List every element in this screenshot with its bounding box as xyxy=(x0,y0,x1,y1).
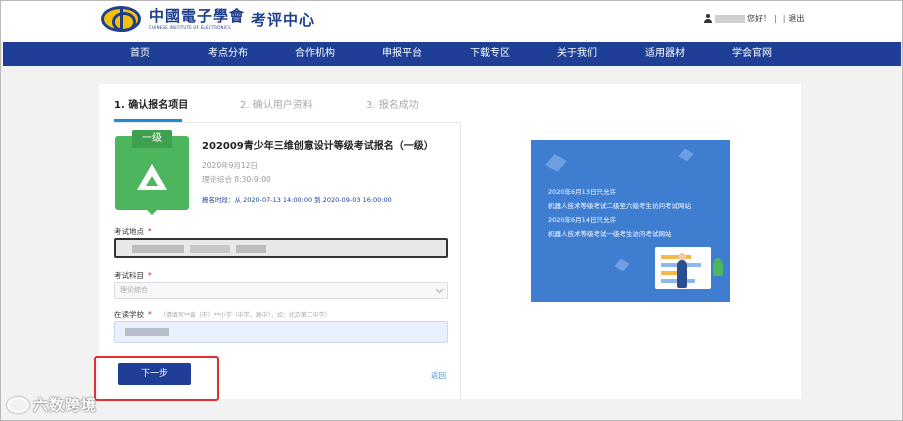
nav-downloads[interactable]: 下载专区 xyxy=(470,42,510,66)
location-label: 考试地点 * xyxy=(114,226,152,237)
divider xyxy=(114,122,460,123)
plant-illustration xyxy=(713,258,723,276)
notice-line: 机器人技术等级考试一级考生访问考试网站 xyxy=(548,230,672,238)
redacted-text xyxy=(132,245,184,253)
logout-link[interactable]: 退出 xyxy=(788,13,804,24)
logo-chinese-name: 中國電子學會 xyxy=(149,6,246,25)
required-mark: * xyxy=(148,271,152,280)
school-input[interactable] xyxy=(114,321,448,343)
location-label-text: 考试地点 xyxy=(114,227,144,236)
location-input[interactable] xyxy=(114,238,448,258)
level-badge: 一级 xyxy=(115,130,189,215)
subject-label-text: 考试科目 xyxy=(114,271,144,280)
illustration-bar xyxy=(661,255,691,259)
cube-decoration-icon xyxy=(545,154,567,172)
triangle-inner-icon xyxy=(146,176,158,186)
exam-time: 理论综合 8:30-9:00 xyxy=(202,175,271,184)
subject-select[interactable]: 理论综合 xyxy=(114,282,448,299)
school-label-text: 在读学校 xyxy=(114,310,144,319)
greeting-text: 您好！ xyxy=(747,14,771,23)
redacted-text xyxy=(236,245,266,253)
exam-title: 202009青少年三维创意设计等级考试报名（一级） xyxy=(202,141,434,152)
watermark-text: 六数跨境 xyxy=(33,396,98,414)
school-hint: （请填写**省（市）**小学（中学、高中），如：北京第二中学） xyxy=(159,312,331,319)
logo-text: 中國電子學會 CHINESE INSTITUTE OF ELECTRONICS xyxy=(149,6,246,31)
logo-subtitle: 考评中心 xyxy=(251,10,316,29)
site-logo[interactable]: 中國電子學會 CHINESE INSTITUTE OF ELECTRONICS … xyxy=(101,5,315,33)
nav-application-platform[interactable]: 申报平台 xyxy=(382,42,422,66)
logo-english-name: CHINESE INSTITUTE OF ELECTRONICS xyxy=(149,24,231,30)
nav-exam-sites[interactable]: 考点分布 xyxy=(208,42,248,66)
school-label: 在读学校 * （请填写**省（市）**小学（中学、高中），如：北京第二中学） xyxy=(114,309,331,320)
watermark-logo-icon xyxy=(7,396,29,413)
user-name-redacted xyxy=(715,14,745,23)
nav-about-us[interactable]: 关于我们 xyxy=(557,42,597,66)
step-indicator: 1. 确认报名项目 2. 确认用户资料 3. 报名成功 xyxy=(99,84,801,122)
notice-line: 机器人技术等级考试二级至六级考生访问考试网站 xyxy=(548,202,691,210)
nav-equipment[interactable]: 适用器材 xyxy=(645,42,685,66)
registration-card: 1. 确认报名项目 2. 确认用户资料 3. 报名成功 一级 202009青少年… xyxy=(94,84,801,401)
next-step-button[interactable]: 下一步 xyxy=(118,363,191,385)
separator: | xyxy=(774,14,777,23)
badge-notch xyxy=(147,210,157,215)
nav-official-site[interactable]: 学会官网 xyxy=(732,42,772,66)
cube-decoration-icon xyxy=(614,258,630,272)
user-icon xyxy=(704,14,712,23)
main-nav: 首页 考点分布 合作机构 申报平台 下载专区 关于我们 适用器材 学会官网 xyxy=(3,42,901,66)
notice-line: 2020年6月14日只允许 xyxy=(548,216,616,224)
notice-line: 2020年6月13日只允许 xyxy=(548,188,616,196)
cube-decoration-icon xyxy=(678,148,694,162)
registration-period: 报名时段：从 2020-07-13 14:00:00 到 2020-09-03 … xyxy=(202,196,392,204)
redacted-text xyxy=(125,328,169,336)
user-area: 您好！ | | 退出 xyxy=(704,13,804,24)
level-badge-label: 一级 xyxy=(132,130,172,148)
back-link[interactable]: 返回 xyxy=(431,370,446,381)
required-mark: * xyxy=(148,310,152,319)
exam-date: 2020年9月12日 xyxy=(202,161,258,170)
subject-label: 考试科目 * xyxy=(114,270,152,281)
watermark: 六数跨境 xyxy=(7,394,97,415)
notice-banner: 2020年6月13日只允许 机器人技术等级考试二级至六级考生访问考试网站 202… xyxy=(531,140,730,302)
cie-emblem-icon xyxy=(101,6,141,32)
nav-home[interactable]: 首页 xyxy=(130,42,150,66)
chevron-down-icon xyxy=(435,285,444,294)
step-confirm-profile: 2. 确认用户资料 xyxy=(240,100,313,111)
subject-select-value: 理论综合 xyxy=(120,286,148,294)
person-illustration xyxy=(677,260,687,288)
redacted-text xyxy=(190,245,230,253)
nav-partners[interactable]: 合作机构 xyxy=(295,42,335,66)
divider-vertical xyxy=(460,122,461,399)
step-success: 3. 报名成功 xyxy=(366,100,419,111)
required-mark: * xyxy=(148,227,152,236)
step-confirm-project[interactable]: 1. 确认报名项目 xyxy=(114,96,188,111)
separator-2: | xyxy=(782,14,786,23)
top-header: 中國電子學會 CHINESE INSTITUTE OF ELECTRONICS … xyxy=(0,0,903,42)
